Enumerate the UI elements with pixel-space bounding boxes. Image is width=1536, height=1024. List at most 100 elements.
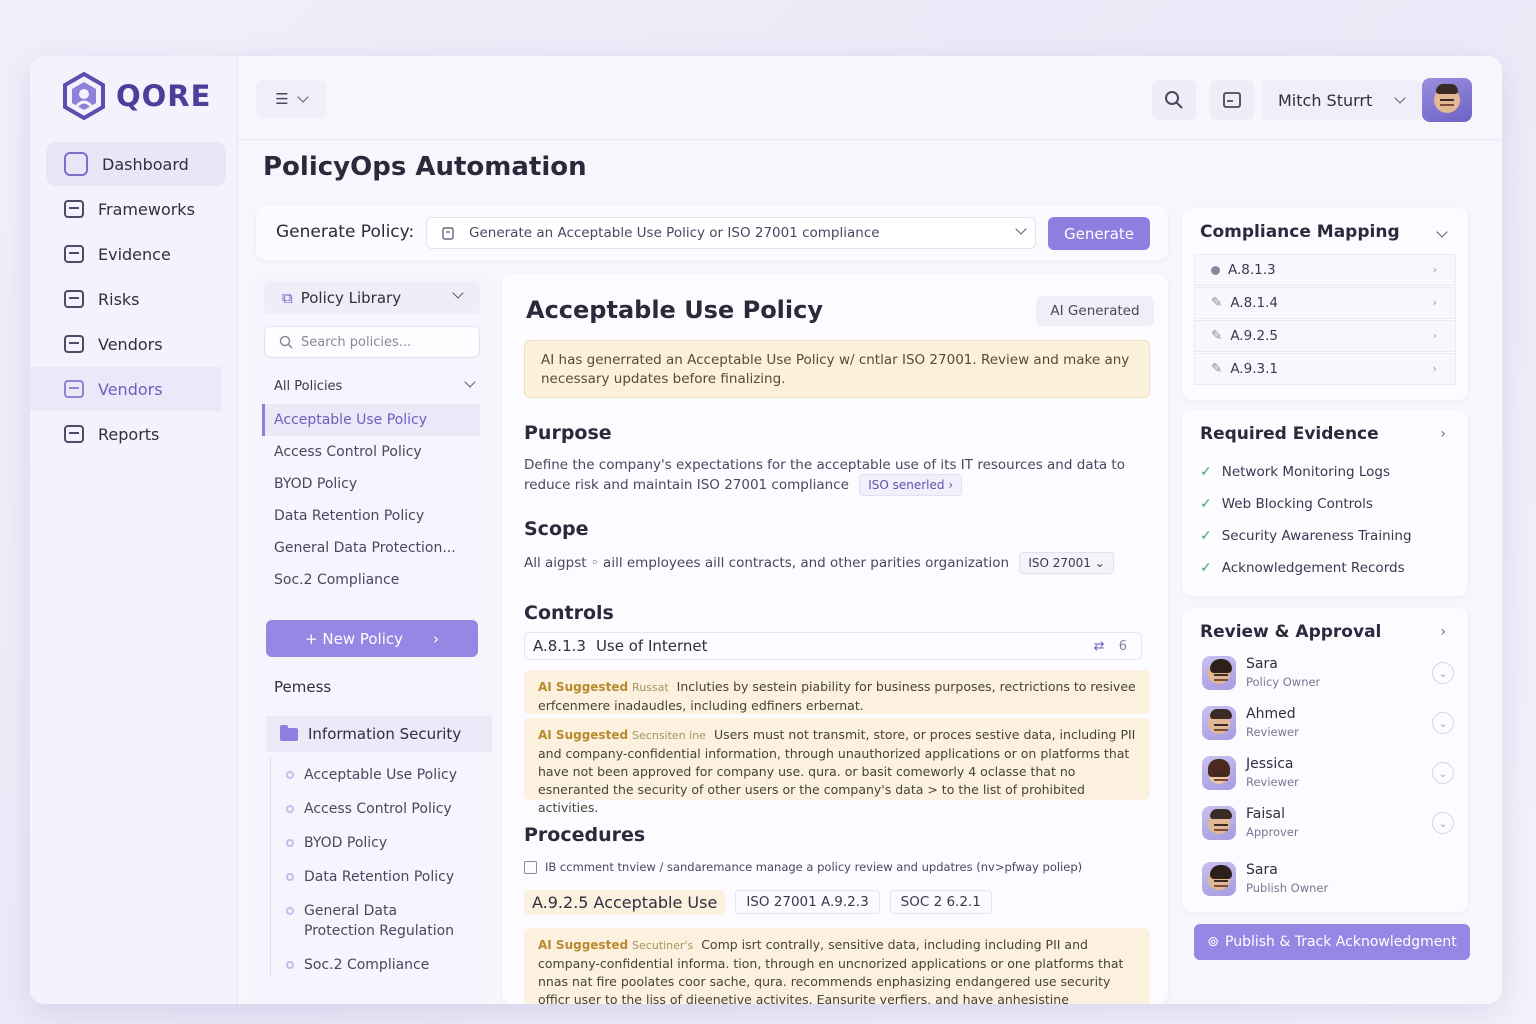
policy-item-acceptable-use[interactable]: Acceptable Use Policy	[262, 404, 480, 436]
folder-item-label: Soc.2 Compliance	[304, 957, 430, 973]
avatar	[1202, 656, 1236, 690]
sidebar-item-vendors[interactable]: Vendors	[46, 322, 226, 366]
procedure-checkbox-row[interactable]: IB ccmment tnview / sandaremance manage …	[524, 860, 1082, 874]
mapping-item[interactable]: ✎ A.8.1.4 ›	[1194, 287, 1456, 319]
view-menu-button[interactable]: ☰	[256, 80, 326, 118]
ai-suggestion-card[interactable]: AI Suggested Secutiner's Comp isrt contra…	[524, 928, 1150, 1004]
chevron-down-icon[interactable]	[1436, 226, 1448, 238]
purpose-body: Define the company's expectations for th…	[524, 457, 1125, 493]
evidence-label: Security Awareness Training	[1221, 528, 1412, 544]
procedure-text: IB ccmment tnview / sandaremance manage …	[545, 860, 1083, 874]
search-policies-input[interactable]: Search policies...	[264, 326, 480, 358]
policy-item-byod[interactable]: BYOD Policy	[262, 468, 480, 500]
sidebar-nav: Dashboard Frameworks Evidence Risks Vend…	[30, 142, 226, 457]
folder-label: Information Security	[308, 725, 462, 743]
folder-item-label: Data Retention Policy	[304, 869, 455, 885]
publish-track-button[interactable]: ⊚ Publish & Track Acknowledgment	[1194, 924, 1470, 960]
folder-information-security[interactable]: Information Security	[266, 716, 492, 752]
ai-suggested-label: AI Suggested	[538, 938, 629, 952]
policy-library-dropdown[interactable]: ⧉ Policy Library	[264, 282, 480, 314]
reviewer-row[interactable]: Sara Policy Owner ⌄	[1200, 654, 1456, 694]
soc2-chip[interactable]: SOC 2 6.2.1	[889, 890, 992, 914]
sidebar-item-vendors-selected[interactable]: Vendors	[30, 367, 222, 411]
chevron-down-icon[interactable]: ⌄	[1432, 762, 1454, 784]
folder-item[interactable]: Access Control Policy	[274, 792, 484, 826]
chevron-right-icon: ›	[1432, 263, 1437, 276]
control-row-a813[interactable]: A.8.1.3 Use of Internet ⇄ 6	[524, 632, 1142, 660]
sidebar-item-dashboard[interactable]: Dashboard	[46, 142, 226, 186]
chevron-right-icon[interactable]: ›	[1440, 426, 1446, 442]
suggestion-sub: Russat	[632, 681, 669, 694]
document-icon	[442, 227, 454, 240]
avatar	[1202, 706, 1236, 740]
chevron-down-icon	[297, 91, 309, 103]
generate-label: Generate Policy:	[276, 222, 415, 242]
policy-item-soc2[interactable]: Soc.2 Compliance	[262, 564, 480, 596]
chevron-right-icon: ›	[1432, 296, 1437, 309]
iso-tag[interactable]: ISO senerled ›	[859, 474, 963, 496]
policy-document: Acceptable Use Policy AI Generated AI ha…	[502, 274, 1168, 1004]
risks-icon	[64, 290, 84, 308]
reviewer-row[interactable]: Ahmed Reviewer ⌄	[1200, 704, 1456, 744]
chevron-down-icon[interactable]: ⌄	[1432, 712, 1454, 734]
sidebar-item-label: Risks	[98, 289, 140, 309]
sidebar-item-risks[interactable]: Risks	[46, 277, 226, 321]
mapping-item[interactable]: ✎ A.9.3.1 ›	[1194, 353, 1456, 385]
search-button[interactable]	[1152, 80, 1196, 120]
control-actions[interactable]: ⇄ 6	[1094, 639, 1127, 654]
generate-button[interactable]: Generate	[1048, 217, 1150, 250]
reviewer-row[interactable]: Sara Publish Owner	[1200, 860, 1456, 900]
evidence-label: Acknowledgement Records	[1221, 560, 1405, 576]
iso-chip[interactable]: ISO 27001 A.9.2.3	[735, 890, 880, 914]
compliance-heading: Compliance Mapping	[1200, 222, 1400, 242]
mapping-item[interactable]: ✎ A.9.2.5 ›	[1194, 320, 1456, 352]
required-evidence-card: Required Evidence › ✓ Network Monitoring …	[1182, 410, 1468, 596]
folder-item[interactable]: General Data Protection Regulation	[274, 894, 484, 948]
policy-item-gdpr[interactable]: General Data Protection...	[262, 532, 480, 564]
reviewer-name: Ahmed	[1246, 706, 1296, 722]
page-title: PolicyOps Automation	[263, 152, 587, 182]
window-icon	[1223, 92, 1241, 108]
folder-item[interactable]: Soc.2 Compliance	[274, 948, 484, 982]
chevron-down-icon	[1394, 92, 1406, 104]
sidebar-item-evidence[interactable]: Evidence	[46, 232, 226, 276]
panel-button[interactable]	[1210, 80, 1254, 120]
avatar-face-icon	[1208, 759, 1230, 784]
purpose-text: Define the company's expectations for th…	[524, 456, 1144, 496]
sidebar-item-reports[interactable]: Reports	[46, 412, 226, 456]
mapping-item[interactable]: A.8.1.3 ›	[1194, 254, 1456, 286]
folder-item[interactable]: Data Retention Policy	[274, 860, 484, 894]
reviewer-row[interactable]: Faisal Approver ⌄	[1200, 804, 1456, 844]
policy-item-access-control[interactable]: Access Control Policy	[262, 436, 480, 468]
policy-item-data-retention[interactable]: Data Retention Policy	[262, 500, 480, 532]
generate-prompt-select[interactable]: Generate an Acceptable Use Policy or ISO…	[426, 217, 1036, 249]
ai-suggestion-card[interactable]: AI Suggested Russat Incluties by sestein …	[524, 670, 1150, 714]
publish-icon: ⊚	[1207, 934, 1219, 950]
bullet-icon	[286, 961, 294, 969]
folder-item[interactable]: BYOD Policy	[274, 826, 484, 860]
sidebar-item-frameworks[interactable]: Frameworks	[46, 187, 226, 231]
chevron-right-icon[interactable]: ›	[1440, 624, 1446, 640]
ai-suggestion-card[interactable]: AI Suggested Secnsiten ine Users must not…	[524, 718, 1150, 815]
user-menu-button[interactable]: Mitch Sturrt	[1262, 80, 1422, 120]
sidebar-item-label: Frameworks	[98, 199, 195, 219]
procedure-label[interactable]: A.9.2.5 Acceptable Use	[524, 889, 726, 915]
reviewer-row[interactable]: Jessica Reviewer ⌄	[1200, 754, 1456, 794]
chevron-down-icon[interactable]: ⌄	[1432, 812, 1454, 834]
iso-framework-select[interactable]: ISO 27001 ⌄	[1019, 552, 1114, 574]
check-icon: ✓	[1200, 464, 1212, 480]
control-count: 6	[1118, 639, 1127, 654]
avatar-face-icon	[1208, 865, 1232, 890]
new-policy-button[interactable]: + New Policy ›	[266, 620, 478, 657]
user-avatar[interactable]	[1422, 78, 1472, 122]
reviewer-role: Reviewer	[1246, 725, 1299, 739]
sidebar-item-label: Vendors	[98, 334, 163, 354]
brand-logo[interactable]: QORE	[60, 72, 211, 120]
checkbox[interactable]	[524, 860, 537, 874]
policy-filter-select[interactable]: All Policies	[264, 372, 480, 400]
permissions-section: Pemess	[274, 678, 332, 696]
chevron-down-icon[interactable]: ⌄	[1432, 662, 1454, 684]
folder-item[interactable]: Acceptable Use Policy	[274, 758, 484, 792]
evidence-icon	[64, 245, 84, 263]
ai-suggested-label: AI Suggested	[538, 728, 629, 742]
